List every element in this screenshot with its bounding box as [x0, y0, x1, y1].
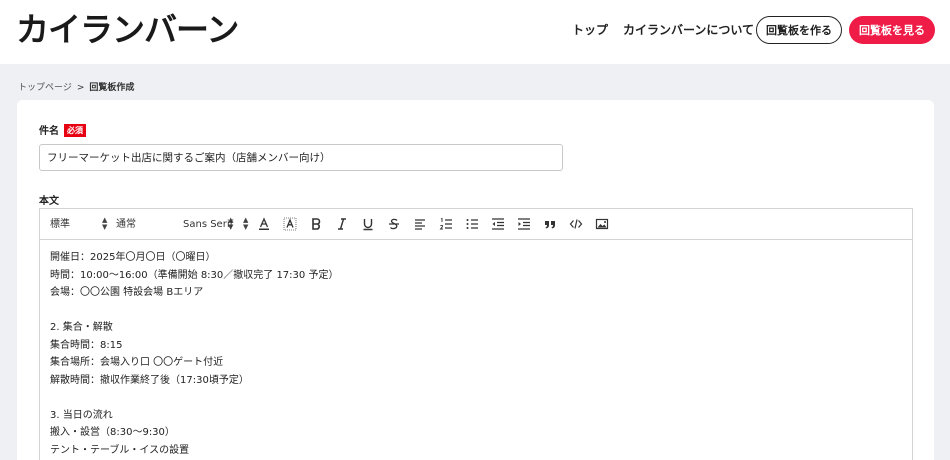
body-line — [50, 302, 900, 320]
code-icon — [569, 219, 583, 229]
font-weight-select-value: 通常 — [116, 219, 136, 230]
ordered-list-icon — [439, 217, 452, 230]
strike-button[interactable] — [385, 215, 403, 233]
align-icon — [415, 219, 425, 230]
breadcrumb-separator: > — [76, 83, 85, 93]
bullet-list-icon — [466, 219, 478, 229]
body-line: 会場：〇〇公園 特設会場 Bエリア — [50, 287, 204, 298]
body-line: 集合時間：8:15 — [50, 339, 123, 351]
ordered-list-button[interactable] — [437, 215, 455, 233]
body-line: 2. 集合・解散 — [50, 322, 113, 333]
font-color-icon — [259, 217, 269, 230]
font-color-button[interactable] — [255, 215, 273, 233]
breadcrumb: トップページ > 回覧板作成 — [18, 81, 134, 95]
site-logo[interactable]: カイランバーン — [16, 10, 239, 50]
code-button[interactable] — [567, 215, 585, 233]
body-line — [50, 389, 900, 407]
italic-button[interactable] — [333, 215, 351, 233]
font-size-select[interactable]: 標準 ▲ ▼ — [50, 217, 110, 232]
rich-text-editor: 標準 ▲ ▼ 通常 ▲ ▼ Sans Serif ▲ ▼ 開催日：2025年〇月… — [39, 208, 913, 460]
body-line: 解散時間：撤収作業終了後（17:30頃予定） — [50, 374, 249, 386]
blockquote-icon — [545, 221, 555, 229]
bold-button[interactable] — [307, 215, 325, 233]
font-weight-select[interactable]: 通常 ▲ ▼ — [116, 217, 233, 232]
bold-icon — [312, 218, 321, 230]
create-circular-button[interactable]: 回覧板を作る — [756, 16, 842, 44]
font-family-select[interactable]: Sans Serif ▲ ▼ — [183, 217, 253, 232]
form-card: 件名必須 本文 標準 ▲▼ 通常 ▲▼ Sans Serif ▲▼ — [17, 100, 934, 460]
indent-button[interactable] — [515, 215, 533, 233]
editor-toolbar: 標準 ▲ ▼ 通常 ▲ ▼ Sans Serif ▲ ▼ — [40, 209, 912, 240]
blockquote-button[interactable] — [541, 215, 559, 233]
image-button[interactable] — [593, 215, 611, 233]
body-line: 開催日：2025年〇月〇日（〇曜日） — [50, 252, 216, 263]
outdent-button[interactable] — [489, 215, 507, 233]
body-line: 搬入・設営（8:30〜9:30） — [50, 427, 175, 438]
body-label: 本文 — [39, 196, 59, 207]
highlight-icon — [283, 217, 297, 231]
highlight-button[interactable] — [281, 215, 299, 233]
font-size-select-value: 標準 — [50, 219, 70, 230]
breadcrumb-home-link[interactable]: トップページ — [18, 83, 72, 93]
body-line: 時間：10:00〜16:00（準備開始 8:30／撤収完了 17:30 予定） — [50, 269, 339, 281]
align-button[interactable] — [411, 215, 429, 233]
indent-icon — [518, 218, 530, 230]
subject-label-text: 件名 — [39, 126, 59, 137]
select-arrows-icon: ▲ ▼ — [102, 216, 108, 231]
strike-icon — [389, 218, 399, 230]
body-line: テント・テーブル・イスの設置 — [50, 444, 190, 456]
required-badge: 必須 — [64, 124, 86, 137]
breadcrumb-current: 回覧板作成 — [89, 83, 135, 93]
select-arrows-icon: ▲ ▼ — [243, 216, 249, 231]
image-icon — [595, 218, 609, 230]
font-family-select-value: Sans Serif — [183, 219, 234, 230]
italic-icon — [338, 218, 346, 230]
site-header: カイランバーン トップ カイランバーンについて 回覧板を作る 回覧板を見る — [0, 0, 950, 64]
subject-label: 件名 必須 — [39, 124, 86, 139]
nav-link-top[interactable]: トップ — [572, 20, 608, 40]
bullet-list-button[interactable] — [463, 215, 481, 233]
nav-link-about[interactable]: カイランバーンについて — [623, 20, 754, 40]
view-circular-button[interactable]: 回覧板を見る — [849, 16, 935, 44]
subject-input[interactable] — [39, 144, 563, 171]
underline-icon — [363, 219, 373, 231]
body-line: 集合場所：会場入り口 〇〇ゲート付近 — [50, 357, 224, 368]
editor-content[interactable]: 開催日：2025年〇月〇日（〇曜日） 時間：10:00〜16:00（準備開始 8… — [50, 249, 900, 459]
underline-button[interactable] — [359, 215, 377, 233]
outdent-icon — [492, 218, 504, 230]
body-line: 3. 当日の流れ — [50, 409, 113, 421]
